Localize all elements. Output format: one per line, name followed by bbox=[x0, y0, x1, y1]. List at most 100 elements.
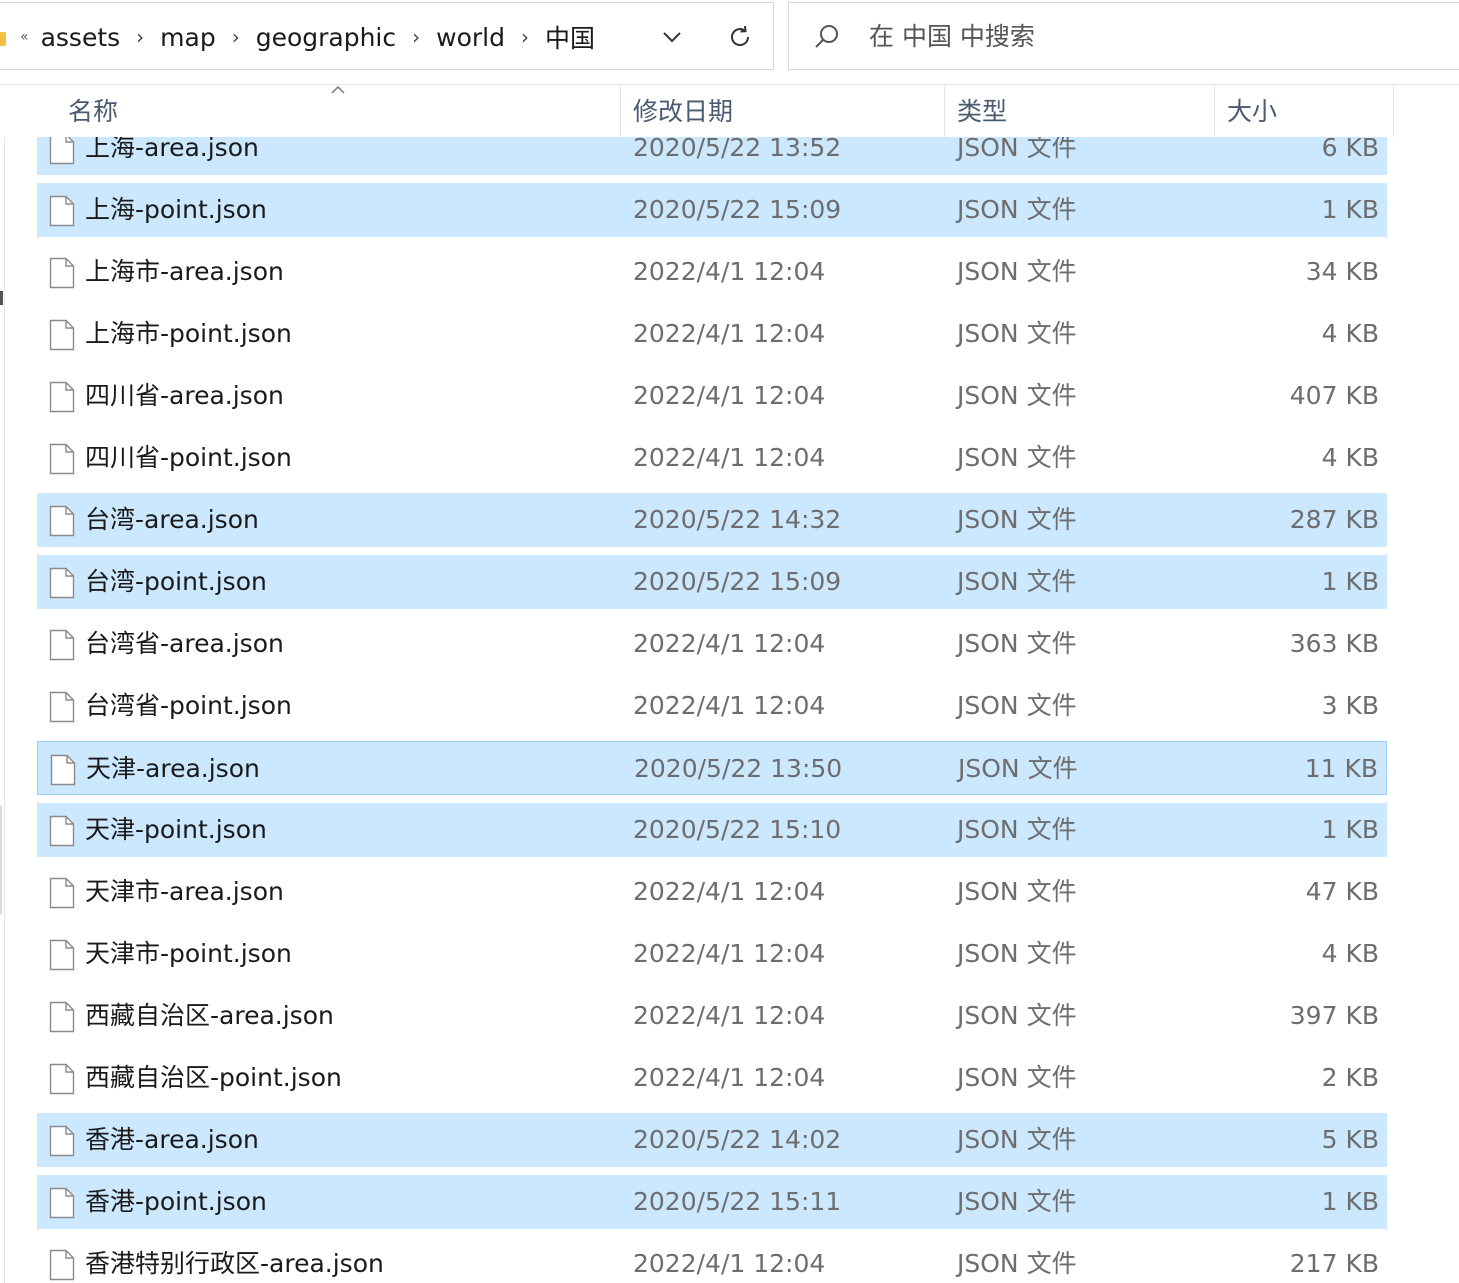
file-name: 天津市-point.json bbox=[85, 939, 292, 968]
file-name: 天津-point.json bbox=[85, 815, 267, 844]
file-icon bbox=[49, 195, 75, 227]
file-row[interactable]: 天津-point.json 2020/5/22 15:10 JSON 文件 1 KB bbox=[37, 803, 1387, 857]
chevron-right-icon[interactable]: › bbox=[232, 25, 240, 49]
file-type: JSON 文件 bbox=[957, 691, 1077, 720]
file-icon bbox=[49, 691, 75, 723]
file-modified-date: 2020/5/22 15:09 bbox=[633, 195, 842, 224]
breadcrumb-geographic[interactable]: geographic bbox=[256, 23, 396, 52]
refresh-icon[interactable] bbox=[726, 23, 754, 51]
file-row[interactable]: 天津-area.json 2020/5/22 13:50 JSON 文件 11 KB bbox=[37, 741, 1387, 795]
file-row[interactable]: 台湾省-point.json 2022/4/1 12:04 JSON 文件 3 KB bbox=[37, 679, 1387, 733]
file-icon bbox=[50, 754, 76, 786]
column-header-name[interactable]: 名称 bbox=[56, 85, 620, 137]
file-type: JSON 文件 bbox=[957, 195, 1077, 224]
file-row[interactable]: 香港特别行政区-area.json 2022/4/1 12:04 JSON 文件 21… bbox=[37, 1237, 1387, 1283]
file-name: 台湾省-area.json bbox=[85, 629, 284, 658]
file-size: 34 KB bbox=[1305, 257, 1379, 286]
file-modified-date: 2022/4/1 12:04 bbox=[633, 443, 826, 472]
file-type: JSON 文件 bbox=[957, 1001, 1077, 1030]
file-name: 上海-point.json bbox=[85, 195, 267, 224]
file-name: 上海市-area.json bbox=[85, 257, 284, 286]
file-icon bbox=[49, 319, 75, 351]
file-row[interactable]: 西藏自治区-point.json 2022/4/1 12:04 JSON 文件 2 K… bbox=[37, 1051, 1387, 1105]
search-input[interactable]: 在 中国 中搜索 bbox=[869, 3, 1035, 71]
search-box[interactable]: 在 中国 中搜索 bbox=[788, 2, 1459, 70]
file-name: 台湾-point.json bbox=[85, 567, 267, 596]
file-row[interactable]: 上海市-point.json 2022/4/1 12:04 JSON 文件 4 KB bbox=[37, 307, 1387, 361]
chevron-down-icon[interactable] bbox=[660, 25, 684, 49]
file-name: 天津-area.json bbox=[86, 754, 260, 783]
file-row[interactable]: 上海-point.json 2020/5/22 15:09 JSON 文件 1 KB bbox=[37, 183, 1387, 237]
chevron-right-icon[interactable]: › bbox=[136, 25, 144, 49]
file-name: 香港-point.json bbox=[85, 1187, 267, 1216]
address-bar[interactable]: « assets › map › geographic › world › 中国 bbox=[0, 2, 774, 70]
file-modified-date: 2020/5/22 15:09 bbox=[633, 567, 842, 596]
file-row[interactable]: 台湾-point.json 2020/5/22 15:09 JSON 文件 1 KB bbox=[37, 555, 1387, 609]
file-name: 台湾-area.json bbox=[85, 505, 259, 534]
file-icon bbox=[49, 567, 75, 599]
file-row[interactable]: 四川省-area.json 2022/4/1 12:04 JSON 文件 407 KB bbox=[37, 369, 1387, 423]
file-type: JSON 文件 bbox=[957, 1125, 1077, 1154]
file-row[interactable]: 台湾省-area.json 2022/4/1 12:04 JSON 文件 363 KB bbox=[37, 617, 1387, 671]
file-size: 397 KB bbox=[1289, 1001, 1379, 1030]
file-type: JSON 文件 bbox=[957, 939, 1077, 968]
chevron-right-icon[interactable]: › bbox=[521, 25, 529, 49]
file-modified-date: 2022/4/1 12:04 bbox=[633, 1063, 826, 1092]
file-size: 47 KB bbox=[1305, 877, 1379, 906]
file-size: 5 KB bbox=[1321, 1125, 1379, 1154]
file-type: JSON 文件 bbox=[957, 319, 1077, 348]
file-size: 1 KB bbox=[1321, 1187, 1379, 1216]
file-icon bbox=[49, 1063, 75, 1095]
file-type: JSON 文件 bbox=[957, 567, 1077, 596]
breadcrumb-map[interactable]: map bbox=[160, 23, 216, 52]
file-type: JSON 文件 bbox=[958, 754, 1078, 783]
file-size: 11 KB bbox=[1304, 754, 1378, 783]
file-size: 3 KB bbox=[1321, 691, 1379, 720]
file-icon bbox=[49, 1187, 75, 1219]
file-type: JSON 文件 bbox=[957, 1187, 1077, 1216]
file-row[interactable]: 香港-point.json 2020/5/22 15:11 JSON 文件 1 KB bbox=[37, 1175, 1387, 1229]
file-row[interactable]: 天津市-area.json 2022/4/1 12:04 JSON 文件 47 KB bbox=[37, 865, 1387, 919]
file-row[interactable]: 四川省-point.json 2022/4/1 12:04 JSON 文件 4 KB bbox=[37, 431, 1387, 485]
file-modified-date: 2020/5/22 15:10 bbox=[633, 815, 842, 844]
file-size: 287 KB bbox=[1289, 505, 1379, 534]
file-icon bbox=[49, 629, 75, 661]
file-modified-date: 2022/4/1 12:04 bbox=[633, 629, 826, 658]
file-row[interactable]: 香港-area.json 2020/5/22 14:02 JSON 文件 5 KB bbox=[37, 1113, 1387, 1167]
file-modified-date: 2022/4/1 12:04 bbox=[633, 319, 826, 348]
file-icon bbox=[49, 133, 75, 165]
file-icon bbox=[49, 505, 75, 537]
file-icon bbox=[49, 257, 75, 289]
breadcrumb-overflow-button[interactable]: « bbox=[20, 29, 29, 45]
file-type: JSON 文件 bbox=[957, 257, 1077, 286]
file-row[interactable]: 上海市-area.json 2022/4/1 12:04 JSON 文件 34 KB bbox=[37, 245, 1387, 299]
file-type: JSON 文件 bbox=[957, 505, 1077, 534]
chevron-right-icon[interactable]: › bbox=[412, 25, 420, 49]
file-icon bbox=[49, 939, 75, 971]
search-icon bbox=[815, 25, 838, 48]
file-icon bbox=[49, 877, 75, 909]
file-icon bbox=[49, 443, 75, 475]
breadcrumb-world[interactable]: world bbox=[436, 23, 505, 52]
file-type: JSON 文件 bbox=[957, 815, 1077, 844]
file-row[interactable]: 天津市-point.json 2022/4/1 12:04 JSON 文件 4 KB bbox=[37, 927, 1387, 981]
file-row[interactable]: 西藏自治区-area.json 2022/4/1 12:04 JSON 文件 397 … bbox=[37, 989, 1387, 1043]
file-size: 1 KB bbox=[1321, 195, 1379, 224]
file-name: 香港-area.json bbox=[85, 1125, 259, 1154]
breadcrumb-china[interactable]: 中国 bbox=[545, 19, 595, 55]
column-header-type[interactable]: 类型 bbox=[944, 85, 1214, 137]
breadcrumb-assets[interactable]: assets bbox=[41, 23, 121, 52]
file-row[interactable]: 台湾-area.json 2020/5/22 14:32 JSON 文件 287 KB bbox=[37, 493, 1387, 547]
file-list: 上海-area.json 2020/5/22 13:52 JSON 文件 6 KB 上海… bbox=[0, 85, 1459, 1283]
column-header-bar: 名称 修改日期 类型 大小 bbox=[0, 85, 1459, 137]
column-header-size[interactable]: 大小 bbox=[1214, 85, 1394, 137]
file-name: 西藏自治区-point.json bbox=[85, 1063, 342, 1092]
file-name: 四川省-point.json bbox=[85, 443, 292, 472]
file-modified-date: 2020/5/22 15:11 bbox=[633, 1187, 842, 1216]
file-size: 1 KB bbox=[1321, 815, 1379, 844]
file-size: 407 KB bbox=[1289, 381, 1379, 410]
file-modified-date: 2020/5/22 14:32 bbox=[633, 505, 842, 534]
file-modified-date: 2020/5/22 14:02 bbox=[633, 1125, 842, 1154]
column-header-date[interactable]: 修改日期 bbox=[620, 85, 944, 137]
folder-icon bbox=[0, 32, 6, 46]
